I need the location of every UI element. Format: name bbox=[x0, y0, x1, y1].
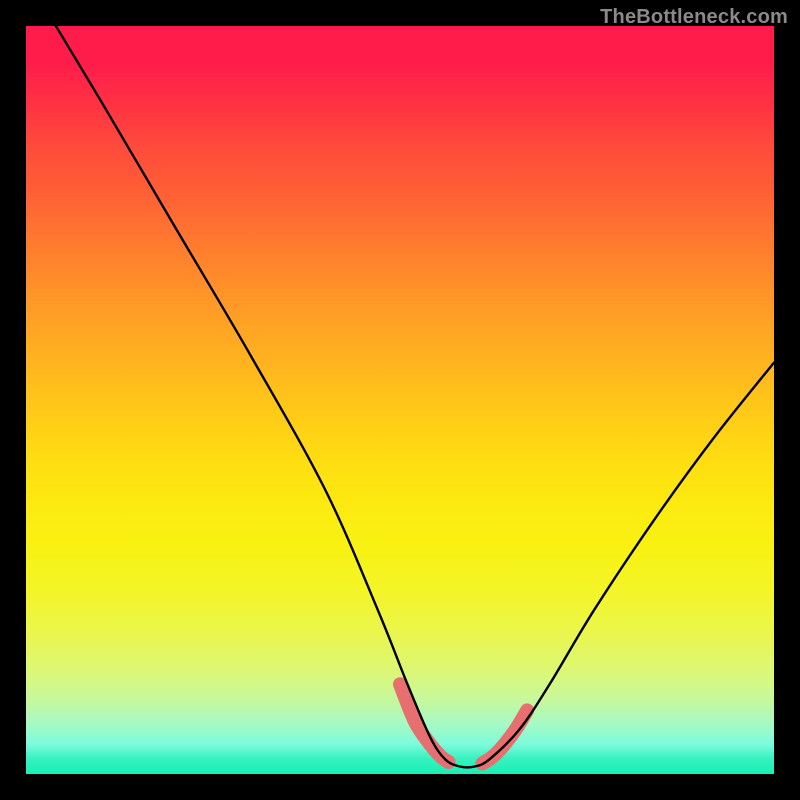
chart-stage: TheBottleneck.com bbox=[0, 0, 800, 800]
curve-layer bbox=[26, 26, 774, 774]
bottleneck-curve bbox=[56, 26, 774, 767]
attribution-text: TheBottleneck.com bbox=[600, 6, 788, 29]
